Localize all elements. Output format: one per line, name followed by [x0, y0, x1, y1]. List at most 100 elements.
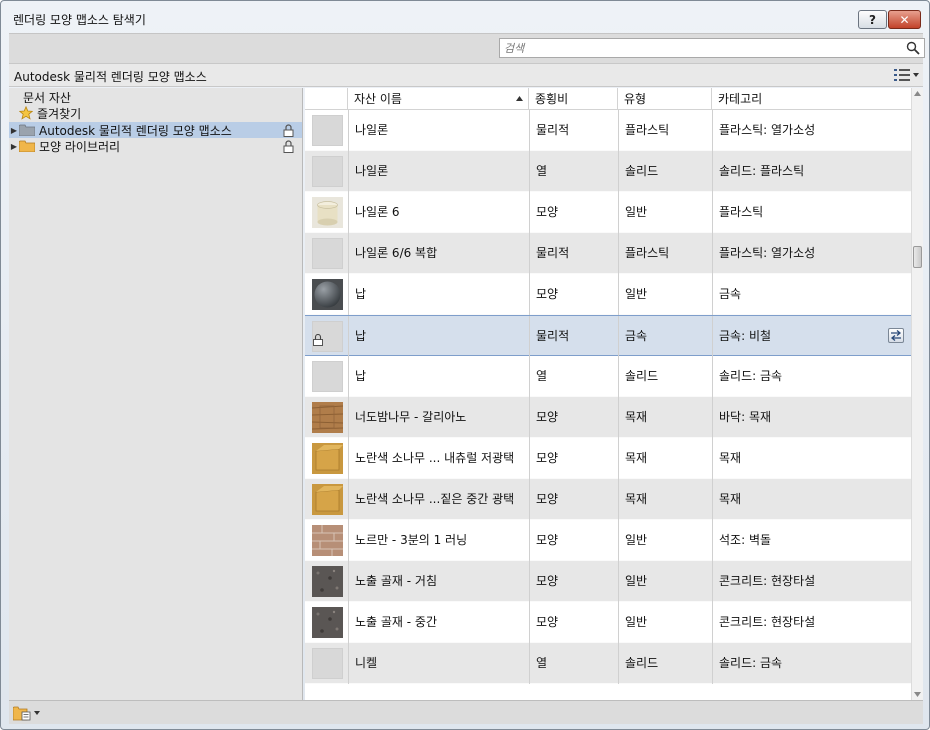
asset-thumbnail-cell: [305, 233, 348, 274]
asset-name-text: 노출 골재 - 거침: [355, 574, 438, 588]
asset-category: 금속: [712, 274, 911, 315]
scroll-down-icon[interactable]: [914, 692, 921, 697]
asset-type: 플라스틱: [618, 110, 712, 151]
asset-thumbnail: [312, 361, 343, 392]
lock-icon: [283, 140, 294, 153]
search-field[interactable]: [499, 38, 925, 58]
asset-name-text: 노란색 소나무 ... 내츄럴 저광택: [355, 451, 515, 465]
asset-type: 금속: [618, 316, 712, 357]
table-row[interactable]: 나일론 6/6 복합 물리적 플라스틱 플라스틱: 열가소성: [305, 233, 911, 274]
asset-table: 자산 이름 종횡비 유형 카테고리 나일론 물리적 플라스틱 플라스틱: 열가소성 나일…: [305, 88, 911, 700]
asset-category-text: 금속: [719, 287, 742, 301]
asset-name-text: 납: [355, 329, 367, 343]
asset-type-text: 솔리드: [625, 164, 659, 178]
asset-type-text: 플라스틱: [625, 123, 670, 137]
asset-category: 콘크리트: 현장타설: [712, 561, 911, 602]
asset-name: 나일론: [348, 151, 529, 192]
asset-type: 일반: [618, 274, 712, 315]
expand-arrow-icon[interactable]: ▶: [9, 142, 19, 151]
asset-thumbnail: [312, 238, 343, 269]
asset-name: 납: [348, 274, 529, 315]
asset-thumbnail-cell: [305, 479, 348, 520]
asset-type-text: 솔리드: [625, 369, 659, 383]
asset-name: 너도밤나무 - 갈리아노: [348, 397, 529, 438]
asset-type-text: 목재: [625, 410, 648, 424]
table-row[interactable]: 납 열 솔리드 솔리드: 금속: [305, 356, 911, 397]
search-input[interactable]: [504, 41, 884, 55]
asset-thumbnail-cell: [305, 561, 348, 602]
table-row[interactable]: 나일론 물리적 플라스틱 플라스틱: 열가소성: [305, 110, 911, 151]
asset-name: 납: [348, 356, 529, 397]
column-header-category[interactable]: 카테고리: [712, 88, 911, 110]
scrollbar-thumb[interactable]: [913, 246, 922, 268]
asset-name-text: 니켈: [355, 656, 378, 670]
asset-name: 노르만 - 3분의 1 러닝: [348, 520, 529, 561]
table-row[interactable]: 노란색 소나무 ...짙은 중간 광택 모양 목재 목재: [305, 479, 911, 520]
asset-type: 일반: [618, 520, 712, 561]
table-row[interactable]: 노란색 소나무 ... 내츄럴 저광택 모양 목재 목재: [305, 438, 911, 479]
asset-thumbnail-cell: [305, 316, 348, 357]
asset-aspect: 열: [529, 643, 618, 684]
asset-name-text: 나일론: [355, 123, 389, 137]
table-row[interactable]: 노출 골재 - 거침 모양 일반 콘크리트: 현장타설: [305, 561, 911, 602]
asset-aspect: 모양: [529, 274, 618, 315]
table-row[interactable]: 노르만 - 3분의 1 러닝 모양 일반 석조: 벽돌: [305, 520, 911, 561]
asset-thumbnail: [312, 525, 343, 556]
expand-arrow-icon[interactable]: ▶: [9, 126, 19, 135]
library-manage-button[interactable]: [13, 705, 43, 721]
sort-ascending-icon: [516, 96, 523, 101]
asset-name: 나일론 6/6 복합: [348, 233, 529, 274]
lock-icon: [313, 322, 323, 346]
column-header-label: 자산 이름: [354, 92, 402, 106]
asset-category: 플라스틱: [712, 192, 911, 233]
asset-type: 솔리드: [618, 151, 712, 192]
table-row[interactable]: 노출 골재 - 중간 모양 일반 콘크리트: 현장타설: [305, 602, 911, 643]
table-row[interactable]: 납 모양 일반 금속: [305, 274, 911, 315]
column-header-name[interactable]: 자산 이름: [348, 88, 529, 110]
asset-thumbnail: [311, 402, 344, 433]
asset-thumbnail-cell: [305, 602, 348, 643]
asset-category-text: 솔리드: 금속: [719, 369, 783, 383]
tree-item-autodesk-library[interactable]: ▶ Autodesk 물리적 렌더링 모양 맵소스: [9, 122, 302, 138]
folder-icon: [19, 124, 35, 136]
table-row[interactable]: 너도밤나무 - 갈리아노 모양 목재 바닥: 목재: [305, 397, 911, 438]
table-row[interactable]: 니켈 열 솔리드 솔리드: 금속: [305, 643, 911, 684]
title-bar[interactable]: 렌더링 모양 맵소스 탐색기 ? ✕: [1, 1, 929, 35]
asset-name-text: 노란색 소나무 ...짙은 중간 광택: [355, 492, 515, 506]
asset-thumbnail-cell: [305, 397, 348, 438]
tree-favorites[interactable]: 즐겨찾기: [19, 105, 81, 121]
tree-favorites-label: 즐겨찾기: [37, 106, 82, 121]
scroll-up-icon[interactable]: [914, 91, 921, 96]
asset-thumbnail: [312, 607, 343, 638]
library-title: Autodesk 물리적 렌더링 모양 맵소스: [14, 70, 207, 84]
table-header: 자산 이름 종횡비 유형 카테고리: [305, 88, 911, 110]
table-row[interactable]: 나일론 열 솔리드 솔리드: 플라스틱: [305, 151, 911, 192]
tree-item-label: 모양 라이브러리: [39, 139, 121, 154]
table-row[interactable]: 납 물리적 금속 금속: 비철: [305, 315, 911, 357]
asset-category-text: 목재: [719, 451, 742, 465]
replace-asset-button[interactable]: [888, 328, 904, 343]
asset-aspect-text: 모양: [536, 533, 559, 547]
close-button[interactable]: ✕: [888, 10, 921, 29]
tree-item-appearance-library[interactable]: ▶ 모양 라이브러리: [9, 138, 302, 154]
asset-name-text: 나일론 6: [355, 205, 400, 219]
asset-type-text: 목재: [625, 492, 648, 506]
asset-thumbnail: [312, 443, 343, 474]
asset-aspect-text: 모양: [536, 492, 559, 506]
asset-thumbnail: [312, 197, 343, 228]
column-header-aspect[interactable]: 종횡비: [529, 88, 618, 110]
column-header-type[interactable]: 유형: [618, 88, 712, 110]
help-button[interactable]: ?: [858, 10, 887, 29]
tree-document-assets[interactable]: 문서 자산: [23, 89, 71, 106]
table-row[interactable]: 나일론 6 모양 일반 플라스틱: [305, 192, 911, 233]
asset-name: 노란색 소나무 ...짙은 중간 광택: [348, 479, 529, 520]
asset-category-text: 금속: 비철: [719, 329, 772, 343]
column-header-thumbnail: [305, 88, 348, 110]
asset-thumbnail-cell: [305, 110, 348, 151]
view-options-button[interactable]: [889, 67, 919, 83]
asset-thumbnail-cell: [305, 438, 348, 479]
vertical-scrollbar[interactable]: [911, 88, 923, 700]
library-header: Autodesk 물리적 렌더링 모양 맵소스: [9, 63, 923, 87]
search-icon[interactable]: [906, 41, 920, 55]
asset-aspect: 모양: [529, 397, 618, 438]
